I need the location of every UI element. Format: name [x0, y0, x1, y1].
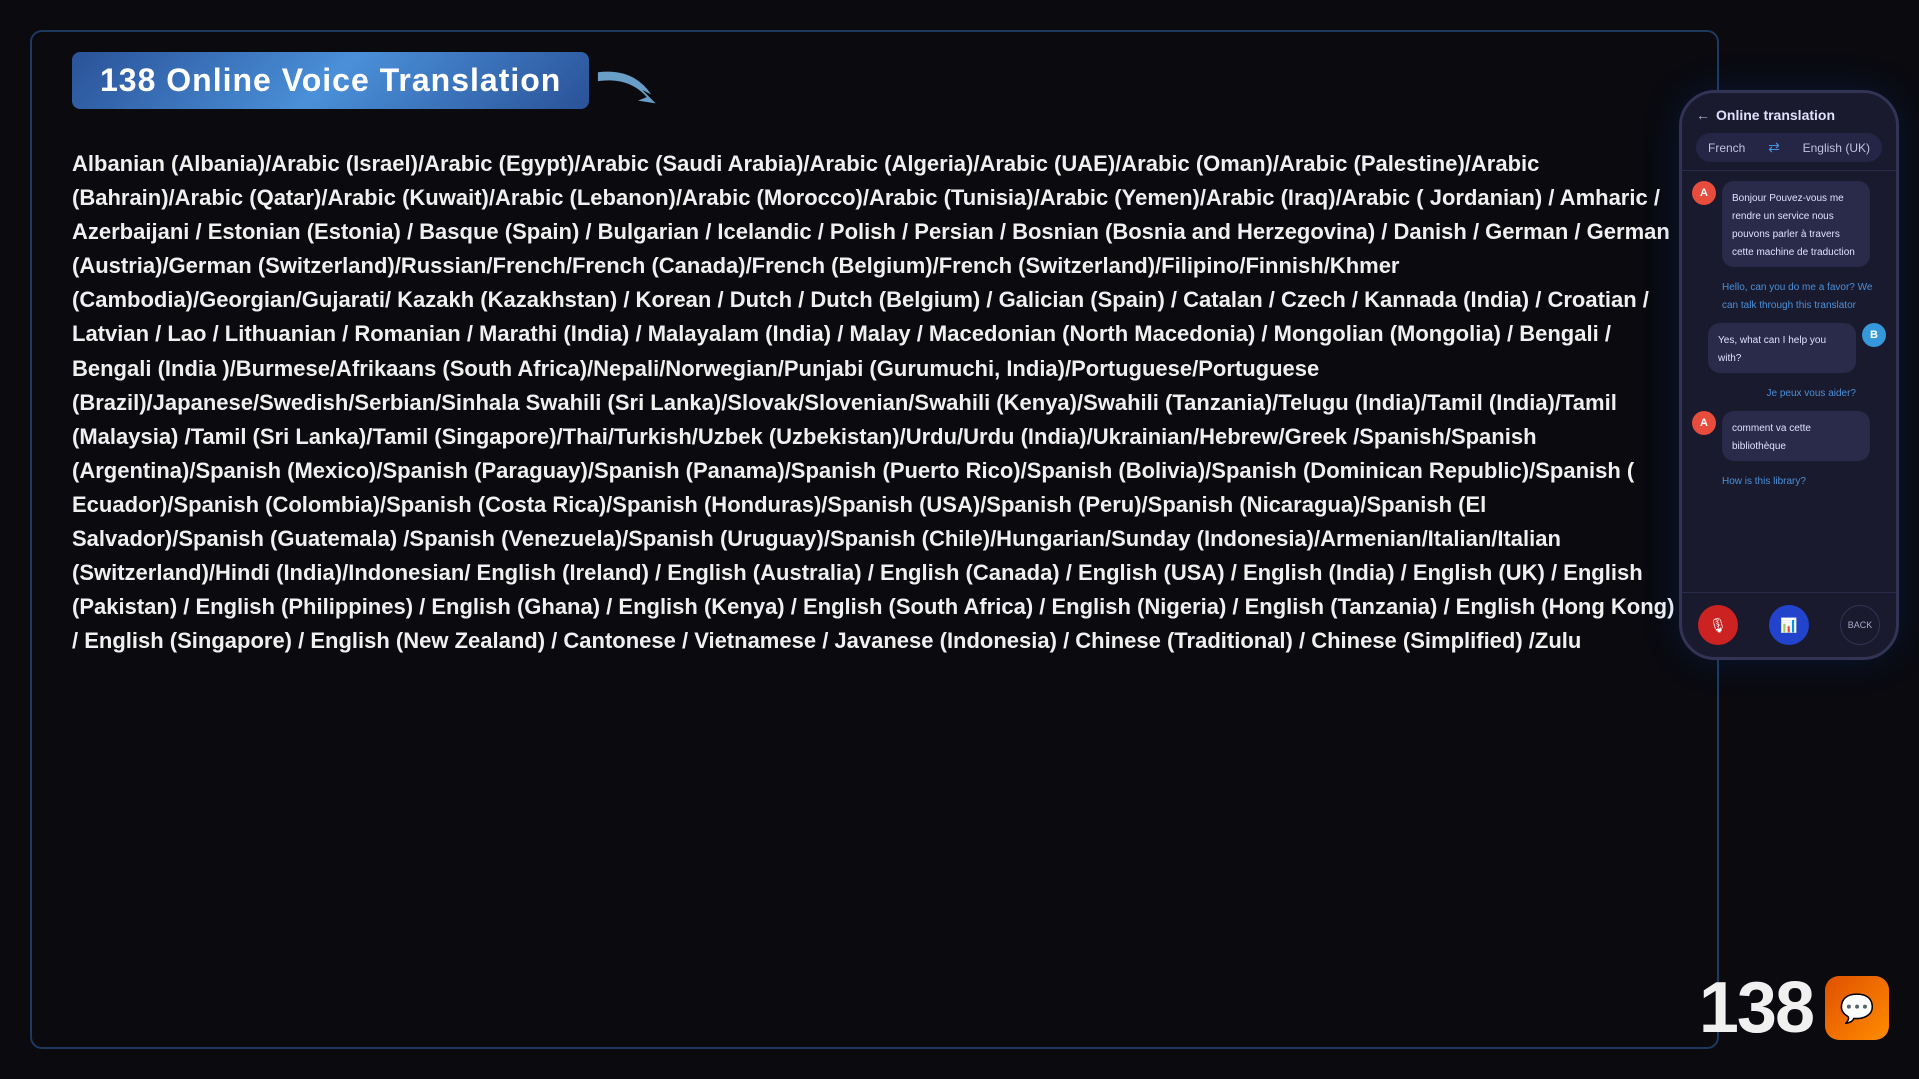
phone-controls: 🎙 📊 BACK	[1682, 592, 1896, 657]
back-button[interactable]: BACK	[1840, 605, 1880, 645]
avatar-b: B	[1862, 323, 1886, 347]
original-text: Bonjour Pouvez-vous me rendre un service…	[1732, 193, 1855, 258]
avatar-a-2: A	[1692, 411, 1716, 435]
phone-mockup: ← Online translation French ⇄ English (U…	[1679, 90, 1899, 660]
message-row: B Yes, what can I help you with?	[1692, 323, 1886, 373]
translation-row: Hello, can you do me a favor? We can tal…	[1692, 277, 1886, 313]
phone-nav: ← Online translation	[1696, 107, 1882, 123]
avatar-a: A	[1692, 181, 1716, 205]
message-bubble: comment va cette bibliothèque	[1722, 411, 1870, 461]
title-badge: 138 Online Voice Translation	[72, 52, 589, 109]
brand-icon: 💬	[1825, 976, 1889, 1040]
chat-area: A Bonjour Pouvez-vous me rendre un servi…	[1682, 171, 1896, 592]
back-arrow-icon[interactable]: ←	[1696, 107, 1710, 123]
brand-number: 138	[1699, 967, 1813, 1049]
languages-text: Albanian (Albania)/Arabic (Israel)/Arabi…	[72, 147, 1677, 658]
language-selector[interactable]: French ⇄ English (UK)	[1696, 133, 1882, 162]
bottom-branding: 138 💬	[1699, 967, 1889, 1049]
phone-screen-title: Online translation	[1716, 107, 1835, 123]
page-title: 138 Online Voice Translation	[100, 62, 561, 99]
original-text: Yes, what can I help you with?	[1718, 335, 1826, 364]
back-label: BACK	[1848, 620, 1873, 630]
record-button-a[interactable]: 🎙	[1698, 605, 1738, 645]
translated-text: Hello, can you do me a favor? We can tal…	[1722, 278, 1872, 311]
source-language[interactable]: French	[1708, 141, 1745, 155]
phone-header: ← Online translation French ⇄ English (U…	[1682, 93, 1896, 171]
translation-row: Je peux vous aider?	[1692, 383, 1886, 401]
message-row: A comment va cette bibliothèque	[1692, 411, 1886, 461]
original-text: comment va cette bibliothèque	[1732, 423, 1811, 452]
main-container: 138 Online Voice Translation Albanian (A…	[30, 30, 1719, 1049]
target-language[interactable]: English (UK)	[1803, 141, 1870, 155]
chat-icon: 💬	[1840, 992, 1875, 1025]
message-bubble: Bonjour Pouvez-vous me rendre un service…	[1722, 181, 1870, 267]
arrow-decoration	[589, 60, 669, 120]
message-row: A Bonjour Pouvez-vous me rendre un servi…	[1692, 181, 1886, 267]
swap-languages-icon[interactable]: ⇄	[1768, 139, 1780, 156]
translated-text: Je peux vous aider?	[1766, 384, 1856, 399]
microphone-icon: 🎙	[1709, 617, 1727, 634]
translated-text: How is this library?	[1722, 472, 1806, 487]
waveform-icon: 📊	[1780, 617, 1797, 634]
translation-row: How is this library?	[1692, 471, 1886, 489]
record-button-b[interactable]: 📊	[1769, 605, 1809, 645]
message-bubble: Yes, what can I help you with?	[1708, 323, 1856, 373]
